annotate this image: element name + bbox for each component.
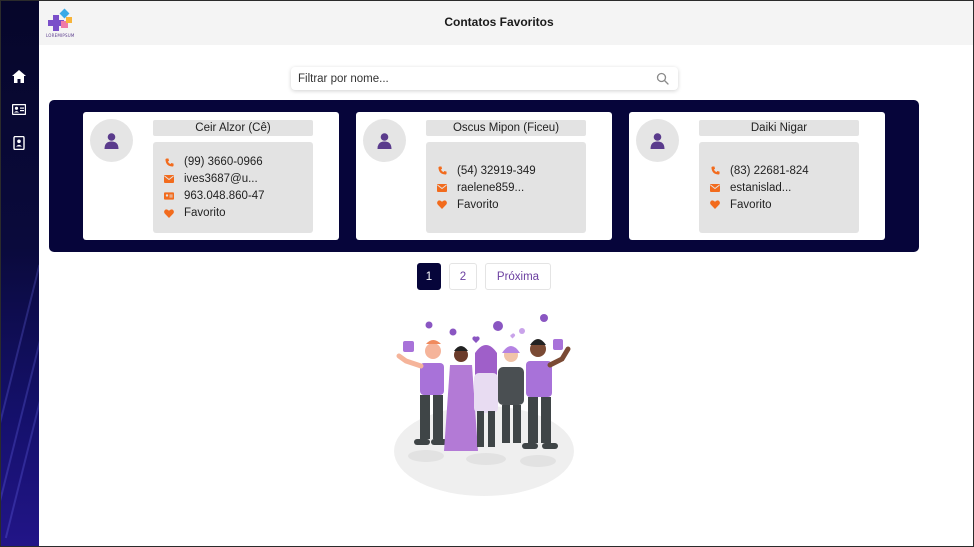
phone-text: (54) 32919-349 bbox=[457, 164, 536, 177]
contact-favorite: Favorito bbox=[710, 196, 859, 213]
envelope-icon bbox=[710, 183, 720, 192]
header: LOREMIPSUM Contatos Favoritos bbox=[39, 1, 973, 45]
heart-icon bbox=[710, 200, 720, 209]
page-button-2[interactable]: 2 bbox=[449, 263, 477, 290]
contact-phone: (99) 3660-0966 bbox=[164, 154, 313, 171]
search-input[interactable] bbox=[298, 70, 638, 87]
favorite-text: Favorito bbox=[457, 198, 499, 211]
contact-email: estanislad... bbox=[710, 179, 859, 196]
contacts-panel: Ceir Alzor (Cê) (99) 3660-0966 ives3687@… bbox=[49, 100, 919, 252]
logo-text: LOREMIPSUM bbox=[46, 33, 75, 38]
friends-illustration bbox=[394, 314, 574, 496]
contact-card[interactable]: Oscus Mipon (Ficeu) (54) 32919-349 raele… bbox=[356, 112, 612, 240]
contact-details: (54) 32919-349 raelene859... Favorito bbox=[426, 142, 586, 233]
phone-text: (99) 3660-0966 bbox=[184, 156, 263, 168]
avatar bbox=[90, 119, 133, 162]
phone-icon bbox=[164, 157, 174, 167]
contact-phone: (83) 22681-824 bbox=[710, 162, 859, 179]
document-text: 963.048.860-47 bbox=[184, 190, 265, 202]
avatar bbox=[363, 119, 406, 162]
phone-icon bbox=[437, 166, 447, 175]
contact-name: Daiki Nigar bbox=[699, 120, 859, 136]
email-text: ives3687@u... bbox=[184, 173, 258, 185]
page-button-1[interactable]: 1 bbox=[417, 263, 441, 290]
contact-email: ives3687@u... bbox=[164, 171, 313, 188]
sidebar-item-home[interactable] bbox=[10, 68, 28, 84]
app-window: LOREMIPSUM Contatos Favoritos Ceir Alzor… bbox=[0, 0, 974, 547]
home-icon bbox=[12, 69, 26, 83]
favorite-text: Favorito bbox=[184, 207, 226, 219]
address-book-icon bbox=[13, 136, 25, 150]
phone-text: (83) 22681-824 bbox=[730, 164, 809, 177]
next-page-button[interactable]: Próxima bbox=[485, 263, 551, 290]
heart-icon bbox=[164, 208, 174, 218]
sidebar bbox=[1, 1, 39, 546]
contact-details: (99) 3660-0966 ives3687@u... 963.048.860… bbox=[153, 142, 313, 233]
contact-card[interactable]: Ceir Alzor (Cê) (99) 3660-0966 ives3687@… bbox=[83, 112, 339, 240]
sidebar-item-contacts[interactable] bbox=[10, 101, 28, 117]
contact-phone: (54) 32919-349 bbox=[437, 162, 586, 179]
avatar bbox=[636, 119, 679, 162]
search-box bbox=[291, 67, 678, 90]
phone-icon bbox=[710, 166, 720, 175]
page-title: Contatos Favoritos bbox=[444, 15, 554, 29]
heart-icon bbox=[437, 200, 447, 209]
user-icon bbox=[650, 132, 665, 149]
favorite-text: Favorito bbox=[730, 198, 772, 211]
contact-card-icon bbox=[12, 103, 26, 115]
contact-favorite: Favorito bbox=[164, 205, 313, 222]
contact-card[interactable]: Daiki Nigar (83) 22681-824 estanislad...… bbox=[629, 112, 885, 240]
contact-document: 963.048.860-47 bbox=[164, 188, 313, 205]
search-icon[interactable] bbox=[656, 72, 669, 85]
user-icon bbox=[377, 132, 392, 149]
envelope-icon bbox=[164, 175, 174, 183]
envelope-icon bbox=[437, 183, 447, 192]
sidebar-item-address-book[interactable] bbox=[10, 135, 28, 151]
id-card-icon bbox=[164, 192, 174, 200]
contact-name: Ceir Alzor (Cê) bbox=[153, 120, 313, 136]
contact-favorite: Favorito bbox=[437, 196, 586, 213]
contact-details: (83) 22681-824 estanislad... Favorito bbox=[699, 142, 859, 233]
email-text: raelene859... bbox=[457, 181, 525, 194]
user-icon bbox=[104, 132, 119, 149]
contact-name: Oscus Mipon (Ficeu) bbox=[426, 120, 586, 136]
contact-email: raelene859... bbox=[437, 179, 586, 196]
email-text: estanislad... bbox=[730, 181, 792, 194]
